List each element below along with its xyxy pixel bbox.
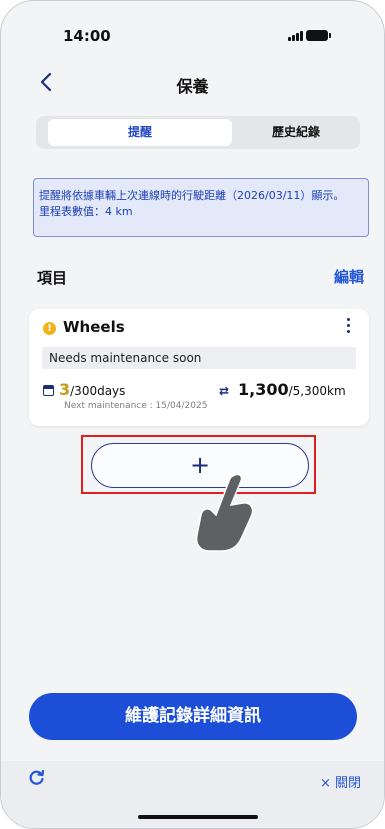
- status-time: 14:00: [63, 27, 111, 45]
- tab-bar: 提醒 歷史紀錄: [36, 116, 360, 149]
- bottom-toolbar: × 關閉: [1, 761, 384, 828]
- item-name: Wheels: [63, 318, 125, 336]
- days-value: 3: [59, 380, 71, 399]
- signal-icon: [288, 31, 303, 41]
- info-notice: 提醒將依據車輛上次連線時的行駛距離（2026/03/11）顯示。 里程表數值：4…: [33, 178, 369, 237]
- km-total: /5,300km: [288, 384, 346, 398]
- page-title: 保養: [176, 77, 209, 96]
- next-maintenance-date: Next maintenance : 15/04/2025: [64, 401, 208, 411]
- warning-icon: !: [43, 322, 56, 335]
- days-progress: 3/300days: [43, 380, 125, 399]
- home-indicator: [138, 815, 258, 819]
- phone-frame: 14:00 保養 提醒 歷史紀錄 提醒將依據車輛上次連線時的行駛距離（2026/…: [0, 0, 385, 829]
- section-title: 項目: [37, 269, 68, 287]
- more-options-icon[interactable]: [347, 317, 351, 335]
- tab-reminder[interactable]: 提醒: [48, 119, 232, 146]
- maintenance-item-card[interactable]: ! Wheels Needs maintenance soon 3/300day…: [29, 309, 369, 426]
- maintenance-details-button[interactable]: 維護記錄詳細資訊: [29, 693, 357, 740]
- refresh-icon[interactable]: [29, 769, 45, 790]
- close-button[interactable]: × 關閉: [320, 772, 361, 791]
- notice-line-2: 里程表數值：4 km: [39, 205, 133, 218]
- item-status: Needs maintenance soon: [42, 347, 356, 369]
- pointing-hand-icon: [195, 473, 254, 552]
- km-progress: ⇄ 1,300/5,300km: [219, 380, 346, 399]
- edit-button[interactable]: 編輯: [334, 266, 364, 287]
- route-icon: ⇄: [219, 384, 230, 398]
- km-value: 1,300: [238, 380, 289, 399]
- status-bar: 14:00: [1, 1, 384, 61]
- notice-line-1: 提醒將依據車輛上次連線時的行駛距離（2026/03/11）顯示。: [39, 189, 345, 202]
- battery-icon: [306, 30, 331, 41]
- calendar-icon: [43, 385, 54, 396]
- nav-bar: 保養: [1, 65, 384, 105]
- days-total: /300days: [70, 384, 126, 398]
- tab-history[interactable]: 歷史紀錄: [236, 119, 356, 146]
